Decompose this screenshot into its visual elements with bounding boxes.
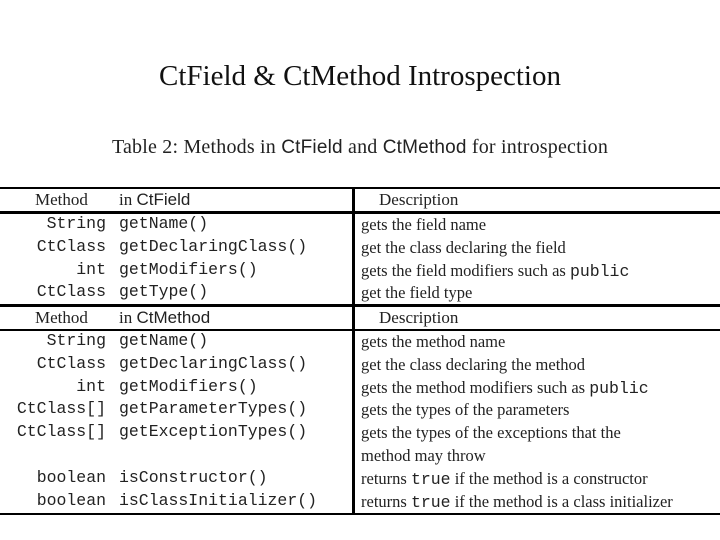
- method-description: gets the method name: [361, 332, 505, 352]
- description-code: public: [569, 261, 630, 281]
- header-method: Method: [35, 190, 88, 209]
- method-signature: getModifiers(): [119, 259, 258, 279]
- method-description: returns true if the method is a construc…: [361, 469, 648, 489]
- method-description: gets the field name: [361, 215, 486, 235]
- method-signature: getExceptionTypes(): [119, 422, 308, 442]
- table-row: int getModifiers() gets the field modifier…: [0, 260, 720, 283]
- header-class-name: CtMethod: [136, 308, 211, 327]
- table-row: int getModifiers() gets the method modifie…: [0, 377, 720, 400]
- method-signature: getName(): [119, 214, 209, 233]
- table-row: String getName() gets the method name: [0, 331, 720, 354]
- description-text: gets the types of the exceptions that th…: [361, 423, 621, 443]
- method-signature: getModifiers(): [119, 376, 258, 396]
- description-text: method may throw: [361, 446, 486, 465]
- description-text: get the class declaring the field: [361, 237, 566, 257]
- description-code: true: [410, 492, 451, 512]
- method-signature: getName(): [119, 331, 209, 350]
- caption-class2: CtMethod: [382, 137, 467, 158]
- return-type: CtClass[]: [16, 399, 106, 419]
- return-type: CtClass: [36, 353, 106, 373]
- return-type: boolean: [36, 467, 106, 487]
- caption-middle: and: [342, 136, 383, 158]
- caption-prefix: Table 2: Methods in: [111, 136, 282, 158]
- description-text: gets the method modifiers such as: [361, 377, 590, 397]
- description-text: gets the method name: [361, 332, 506, 351]
- table-row: CtClass[] getExceptionTypes() gets the typ…: [0, 422, 720, 445]
- header-in-class: in CtMethod: [119, 308, 210, 328]
- description-text: gets the field name: [361, 215, 487, 234]
- description-text: returns: [361, 491, 411, 511]
- method-header-row: Method in CtMethod Description: [0, 307, 720, 330]
- header-method: Method: [35, 308, 88, 327]
- method-signature: getType(): [119, 282, 209, 302]
- table-row: CtClass getType() get the field type: [0, 282, 720, 305]
- return-type: String: [46, 214, 106, 233]
- header-class-name: CtField: [136, 190, 191, 209]
- description-text: get the field type: [361, 283, 473, 303]
- table-row: CtClass[] getParameterTypes() gets the typ…: [0, 399, 720, 422]
- return-type: int: [76, 259, 106, 279]
- method-description: method may throw: [361, 446, 486, 466]
- description-code: true: [410, 469, 451, 489]
- field-header-row: Method in CtField Description: [0, 189, 720, 212]
- method-signature: getDeclaringClass(): [119, 236, 308, 256]
- return-type: boolean: [36, 490, 106, 510]
- method-signature: isClassInitializer(): [119, 490, 318, 510]
- method-signature: getDeclaringClass(): [119, 353, 308, 373]
- description-text: returns: [361, 468, 411, 488]
- return-type: CtClass: [36, 282, 106, 302]
- return-type: String: [46, 331, 106, 350]
- method-description: gets the types of the parameters: [361, 400, 569, 420]
- header-description: Description: [379, 190, 459, 209]
- description-code: public: [589, 378, 649, 398]
- caption-class1: CtField: [281, 137, 343, 158]
- return-type: CtClass: [36, 236, 106, 256]
- description-text: gets the types of the parameters: [361, 400, 570, 420]
- method-description: gets the method modifiers such as public: [361, 378, 649, 398]
- table-row: boolean isConstructor() returns true if th…: [0, 468, 720, 491]
- method-description: get the field type: [361, 283, 472, 303]
- table-row: String getName() gets the field name: [0, 214, 720, 237]
- description-text-after: if the method is a constructor: [450, 468, 648, 488]
- method-signature: isConstructor(): [119, 467, 268, 487]
- slide-title: CtField & CtMethod Introspection: [159, 60, 561, 92]
- method-signature: getParameterTypes(): [119, 399, 308, 419]
- caption-suffix: for introspection: [466, 136, 609, 158]
- table-row: boolean isClassInitializer() returns true …: [0, 491, 720, 514]
- description-text: get the class declaring the method: [361, 354, 586, 374]
- table-caption: Table 2: Methods in CtField and CtMethod…: [0, 136, 720, 159]
- header-description: Description: [379, 308, 459, 327]
- method-description: returns true if the method is a class in…: [361, 492, 673, 512]
- method-description: gets the field modifiers such as public: [361, 261, 629, 281]
- table-row: method may throw: [0, 445, 720, 468]
- header-in-label: in: [119, 190, 137, 209]
- table-row: CtClass getDeclaringClass() get the class …: [0, 354, 720, 377]
- header-in-class: in CtField: [119, 190, 190, 210]
- table-row: CtClass getDeclaringClass() get the class …: [0, 237, 720, 260]
- description-text-after: if the method is a class initializer: [450, 491, 673, 511]
- return-type: int: [76, 376, 106, 396]
- header-in-label: in: [119, 308, 137, 327]
- method-description: gets the types of the exceptions that th…: [361, 423, 621, 443]
- description-text: gets the field modifiers such as: [361, 260, 570, 280]
- method-description: get the class declaring the field: [361, 238, 566, 258]
- return-type: CtClass[]: [16, 422, 106, 442]
- method-description: get the class declaring the method: [361, 355, 585, 375]
